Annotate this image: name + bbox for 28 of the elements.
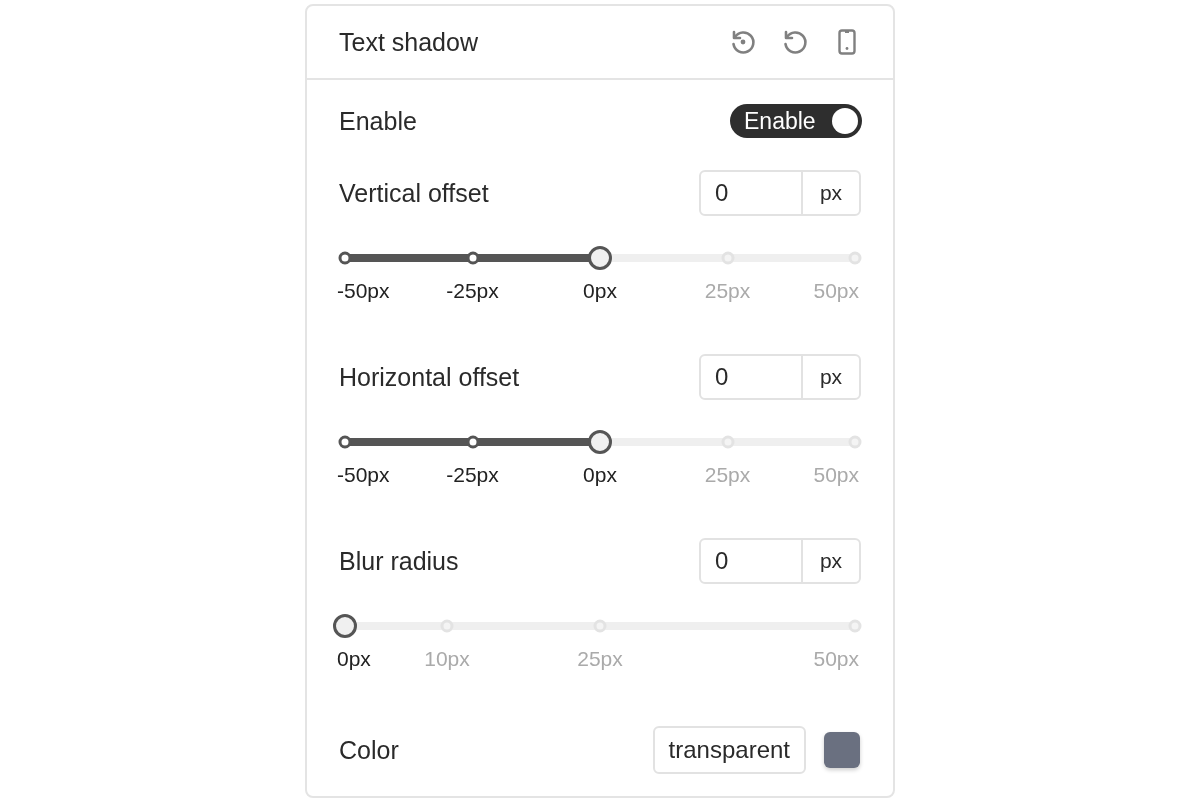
field-label: Vertical offset xyxy=(339,178,489,208)
panel-title: Text shadow xyxy=(339,27,478,57)
color-input[interactable]: transparent xyxy=(652,726,806,774)
tick-label: -25px xyxy=(446,278,499,304)
unit-label: px xyxy=(818,364,844,390)
number-input[interactable]: 0 px xyxy=(699,170,861,216)
toggle-switch[interactable]: Enable xyxy=(730,104,862,138)
tick-label: 10px xyxy=(424,646,470,672)
tick-label: 25px xyxy=(577,646,623,672)
tick-label: 0px xyxy=(583,278,617,304)
tick-label: 50px xyxy=(813,462,859,488)
tick-label: 25px xyxy=(704,462,751,488)
tick-label: 0px xyxy=(583,462,617,488)
tick-label: 50px xyxy=(813,646,859,672)
tick-label: -50px xyxy=(337,278,390,304)
unit-label: px xyxy=(818,180,844,206)
tick-label: 25px xyxy=(704,278,751,304)
tick-label: 0px xyxy=(337,646,371,672)
field-label: Color xyxy=(339,735,399,765)
number-input[interactable]: 0 px xyxy=(699,538,861,584)
tick-label: -50px xyxy=(337,462,390,488)
field-label: Enable xyxy=(339,106,417,136)
field-label: Horizontal offset xyxy=(339,362,520,392)
tick-label: -25px xyxy=(446,462,499,488)
tick-label: 50px xyxy=(813,278,859,304)
field-label: Blur radius xyxy=(339,546,459,576)
number-input[interactable]: 0 px xyxy=(699,354,861,400)
unit-label: px xyxy=(818,548,844,574)
